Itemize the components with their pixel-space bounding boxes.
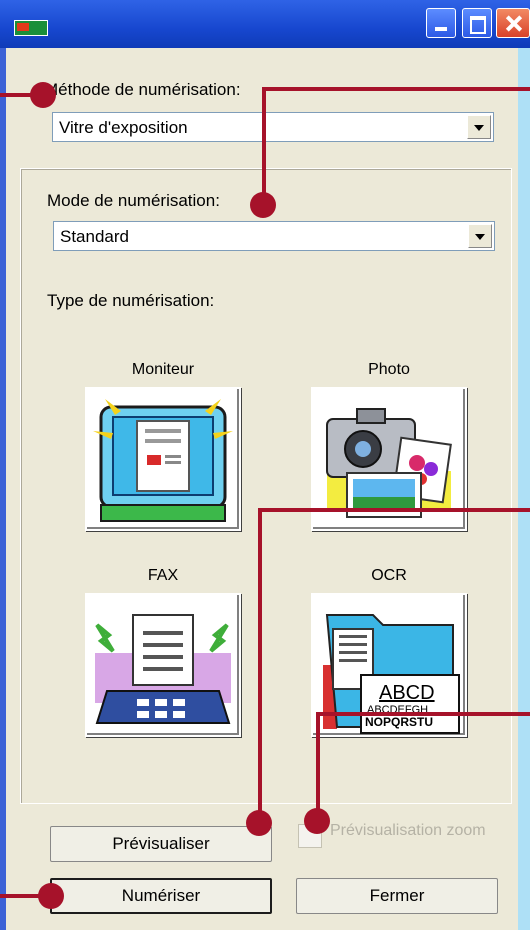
chevron-down-icon[interactable] bbox=[467, 115, 491, 139]
monitor-icon bbox=[93, 399, 233, 522]
monitor-label: Moniteur bbox=[131, 361, 195, 378]
photo-label: Photo bbox=[368, 361, 410, 378]
scan-mode-label: Mode de numérisation: bbox=[47, 191, 220, 210]
callout-line bbox=[316, 712, 320, 820]
preview-button[interactable]: Prévisualiser bbox=[50, 826, 272, 862]
ocr-sample-line-1: ABCD bbox=[379, 682, 435, 704]
callout-marker bbox=[304, 808, 330, 834]
scan-settings-group: Mode de numérisation: Standard Type de n… bbox=[20, 168, 512, 804]
app-icon[interactable] bbox=[14, 20, 48, 36]
scan-button[interactable]: Numériser bbox=[50, 878, 272, 914]
scan-mode-value: Standard bbox=[60, 227, 129, 246]
fax-scan-option[interactable] bbox=[85, 593, 241, 737]
callout-line bbox=[316, 712, 530, 716]
scan-method-dropdown[interactable]: Vitre d'exposition bbox=[52, 112, 494, 142]
close-window-button[interactable] bbox=[496, 8, 530, 38]
callout-marker bbox=[246, 810, 272, 836]
close-button[interactable]: Fermer bbox=[296, 878, 498, 914]
ocr-sample-line-3: NOPQRSTU bbox=[365, 715, 433, 729]
callout-line bbox=[262, 87, 530, 91]
monitor-scan-option[interactable] bbox=[85, 387, 241, 531]
callout-line bbox=[258, 508, 262, 822]
callout-marker bbox=[250, 192, 276, 218]
chevron-down-icon[interactable] bbox=[468, 224, 492, 248]
scan-mode-dropdown[interactable]: Standard bbox=[53, 221, 495, 251]
fax-icon bbox=[95, 614, 231, 724]
zoom-preview-label: Prévisualisation zoom bbox=[330, 822, 486, 839]
scan-method-label: Méthode de numérisation: bbox=[44, 80, 241, 99]
callout-line bbox=[262, 87, 266, 199]
callout-line bbox=[258, 508, 530, 512]
callout-marker bbox=[38, 883, 64, 909]
title-bar[interactable] bbox=[0, 0, 530, 48]
callout-marker bbox=[30, 82, 56, 108]
maximize-button[interactable] bbox=[462, 8, 492, 38]
minimize-button[interactable] bbox=[426, 8, 456, 38]
scan-method-value: Vitre d'exposition bbox=[59, 118, 188, 137]
ocr-label: OCR bbox=[371, 567, 407, 584]
scan-type-label: Type de numérisation: bbox=[47, 291, 215, 310]
fax-label: FAX bbox=[147, 567, 179, 584]
